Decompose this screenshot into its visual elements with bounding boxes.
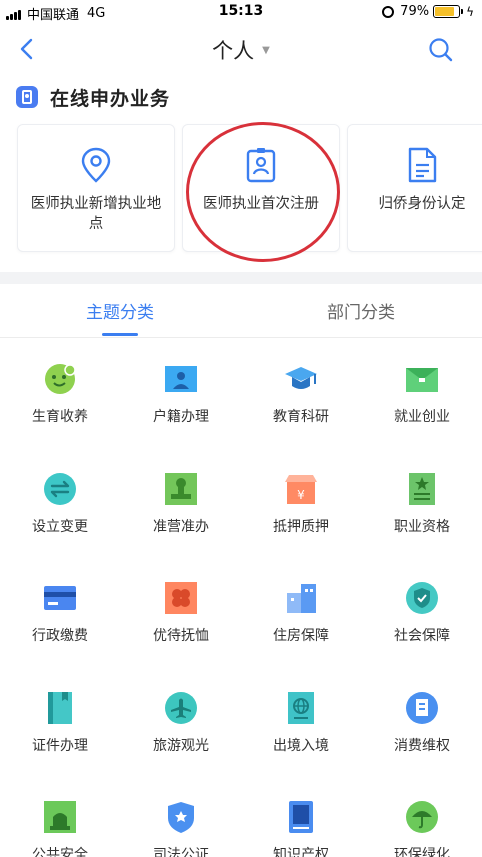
nav-title: 个人 <box>212 39 255 63</box>
category-label: 公共安全 <box>32 847 88 857</box>
umbrella-icon <box>406 801 438 833</box>
stamp-icon <box>165 473 197 505</box>
status-right: 79% ϟ <box>382 4 474 19</box>
airplane-icon <box>165 692 197 724</box>
category-label: 消费维权 <box>394 738 450 754</box>
tab-topic[interactable]: 主题分类 <box>40 298 200 323</box>
location-pin-icon <box>81 147 111 183</box>
battery-percent: 79% <box>400 4 430 19</box>
id-card-icon <box>16 86 38 108</box>
category-label: 就业创业 <box>394 409 450 425</box>
category-label: 准营准办 <box>153 519 209 535</box>
exchange-icon <box>44 473 76 505</box>
pawnshop-icon: ¥ <box>285 475 317 504</box>
divider <box>0 272 482 284</box>
book-icon <box>289 801 313 833</box>
category-label: 证件办理 <box>32 738 88 754</box>
document-icon <box>408 147 437 183</box>
service-card-first-registration[interactable]: 医师执业首次注册 <box>182 124 340 252</box>
service-cards: 医师执业新增执业地点 医师执业首次注册 归侨身份认定 <box>17 124 482 252</box>
baby-icon <box>45 364 76 394</box>
category-label: 户籍办理 <box>153 409 209 425</box>
section-header: 在线申办业务 <box>16 84 170 110</box>
service-card-new-location[interactable]: 医师执业新增执业地点 <box>17 124 175 252</box>
category-label: 环保绿化 <box>394 847 450 857</box>
tab-department[interactable]: 部门分类 <box>281 298 441 323</box>
caret-down-icon: ▼ <box>262 44 270 56</box>
certificate-icon <box>409 473 435 505</box>
nav-title-dropdown[interactable]: 个人 ▼ <box>0 35 482 65</box>
tab-indicator <box>102 333 138 336</box>
search-icon[interactable] <box>428 37 454 63</box>
category-label: 抵押质押 <box>273 519 329 535</box>
card-label: 医师执业新增执业地点 <box>30 196 162 232</box>
category-label: 优待抚恤 <box>153 628 209 644</box>
receipt-icon <box>406 692 438 724</box>
credit-card-icon <box>44 586 76 610</box>
alarm-light-icon <box>44 801 76 833</box>
screen: 中国联通 4G 15:13 79% ϟ 个人 ▼ 在线申办业务 医师执业新增执业… <box>0 0 482 857</box>
card-label: 医师执业首次注册 <box>203 196 319 212</box>
category-label: 知识产权 <box>273 847 329 857</box>
category-label: 教育科研 <box>273 409 329 425</box>
card-label: 归侨身份认定 <box>378 196 466 212</box>
category-label: 设立变更 <box>32 519 88 535</box>
id-badge-icon <box>246 148 276 183</box>
briefcase-icon <box>406 368 438 392</box>
category-tabs: 主题分类 部门分类 <box>0 284 482 338</box>
police-badge-icon <box>168 802 194 833</box>
building-icon <box>287 584 316 613</box>
nav-bar: 个人 ▼ <box>0 24 482 74</box>
service-card-returned-overseas[interactable]: 归侨身份认定 <box>347 124 482 252</box>
booklet-icon <box>48 692 72 724</box>
category-label: 旅游观光 <box>153 738 209 754</box>
household-icon <box>165 366 197 392</box>
graduation-cap-icon <box>285 367 317 389</box>
charging-icon: ϟ <box>466 4 474 19</box>
category-label: 生育收养 <box>32 409 88 425</box>
section-title: 在线申办业务 <box>50 87 171 110</box>
svg-text:¥: ¥ <box>297 488 305 502</box>
category-label: 社会保障 <box>394 628 450 644</box>
alarm-icon <box>382 5 395 18</box>
status-bar: 中国联通 4G 15:13 79% ϟ <box>0 0 482 24</box>
category-label: 行政缴费 <box>32 628 88 644</box>
category-label: 出境入境 <box>273 738 329 754</box>
passport-icon <box>288 692 314 724</box>
shield-icon <box>406 582 438 614</box>
flower-icon <box>165 582 197 614</box>
category-label: 住房保障 <box>273 628 329 644</box>
category-label: 职业资格 <box>394 519 450 535</box>
category-label: 司法公证 <box>153 847 209 857</box>
battery-icon <box>433 5 464 18</box>
